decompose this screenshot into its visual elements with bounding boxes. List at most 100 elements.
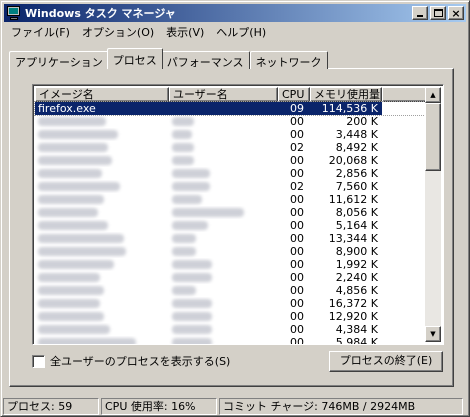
show-all-users-checkbox[interactable] — [32, 354, 45, 368]
process-row[interactable]: 00 13,344 K — [35, 232, 429, 245]
scroll-down-button[interactable]: ▼ — [425, 326, 441, 342]
redacted-text — [172, 143, 194, 152]
process-image-name — [35, 271, 169, 284]
menu-bar: ファイル(F) オプション(O) 表示(V) ヘルプ(H) — [5, 23, 272, 41]
process-row[interactable]: 00 3,448 K — [35, 128, 429, 141]
process-user-name — [169, 102, 278, 115]
process-memory: 5,984 K — [335, 336, 378, 345]
close-button[interactable]: × — [448, 6, 464, 20]
process-memory: 114,536 K — [310, 102, 382, 115]
scroll-thumb[interactable] — [425, 103, 441, 171]
process-memory: 8,492 K — [335, 141, 378, 154]
column-header-user-name[interactable]: ユーザー名 — [169, 87, 278, 102]
process-image-name — [35, 167, 169, 180]
process-image-name — [35, 180, 169, 193]
scroll-up-button[interactable]: ▲ — [425, 87, 441, 103]
redacted-text — [172, 338, 212, 344]
process-image-name — [35, 128, 169, 141]
process-memory: 4,384 K — [335, 323, 378, 336]
redacted-text — [172, 117, 194, 126]
process-cpu: 00 — [290, 128, 304, 141]
column-header-cpu[interactable]: CPU — [278, 87, 310, 102]
redacted-text — [38, 156, 112, 165]
redacted-text — [38, 260, 114, 269]
title-bar[interactable]: Windows タスク マネージャ × — [4, 4, 466, 22]
process-list[interactable]: イメージ名 ユーザー名 CPU メモリ使用量 firefox.exe 09 114,… — [32, 84, 444, 345]
process-row[interactable]: 00 5,164 K — [35, 219, 429, 232]
process-row[interactable]: 00 4,384 K — [35, 323, 429, 336]
process-image-name — [35, 206, 169, 219]
process-cpu: 00 — [290, 271, 304, 284]
redacted-text — [38, 221, 108, 230]
show-all-users-label[interactable]: 全ユーザーのプロセスを表示する(S) — [50, 353, 230, 369]
tab-performance[interactable]: パフォーマンス — [160, 51, 250, 69]
process-image-name — [35, 258, 169, 271]
redacted-text — [172, 130, 192, 139]
redacted-text — [38, 182, 120, 191]
process-cpu: 00 — [290, 336, 304, 345]
process-image-name — [35, 310, 169, 323]
status-process-count: プロセス: 59 — [3, 398, 99, 415]
process-row[interactable]: 00 12,920 K — [35, 310, 429, 323]
vertical-scrollbar[interactable]: ▲ ▼ — [425, 87, 441, 342]
process-row[interactable]: 00 8,900 K — [35, 245, 429, 258]
process-cpu: 00 — [290, 115, 304, 128]
process-user-name — [169, 128, 278, 141]
menu-help[interactable]: ヘルプ(H) — [210, 23, 272, 41]
process-row[interactable]: 00 2,240 K — [35, 271, 429, 284]
process-memory: 16,372 K — [328, 297, 378, 310]
process-row[interactable]: 00 16,372 K — [35, 297, 429, 310]
process-image-name — [35, 245, 169, 258]
process-row[interactable]: 00 2,856 K — [35, 167, 429, 180]
process-memory: 8,056 K — [335, 206, 378, 219]
task-manager-icon — [6, 6, 22, 20]
column-header-image-name[interactable]: イメージ名 — [35, 87, 169, 102]
tab-processes[interactable]: プロセス — [106, 48, 163, 69]
redacted-text — [172, 169, 210, 178]
process-user-name — [169, 232, 278, 245]
redacted-text — [38, 312, 104, 321]
redacted-text — [172, 325, 212, 334]
redacted-text — [38, 273, 100, 282]
redacted-text — [38, 338, 136, 344]
redacted-text — [38, 208, 98, 217]
process-row[interactable]: 00 4,856 K — [35, 284, 429, 297]
process-row[interactable]: 00 20,068 K — [35, 154, 429, 167]
close-icon: × — [451, 6, 461, 20]
process-row[interactable]: 00 1,992 K — [35, 258, 429, 271]
tab-applications[interactable]: アプリケーション — [9, 51, 109, 69]
process-memory: 13,344 K — [328, 232, 378, 245]
process-image-name — [35, 141, 169, 154]
process-user-name — [169, 245, 278, 258]
process-row[interactable]: 02 7,560 K — [35, 180, 429, 193]
column-header-memory[interactable]: メモリ使用量 — [310, 87, 382, 102]
process-image-name: firefox.exe — [35, 102, 169, 115]
end-process-button[interactable]: プロセスの終了(E) — [329, 351, 443, 372]
redacted-text — [172, 195, 202, 204]
process-cpu: 00 — [290, 167, 304, 180]
process-row[interactable]: 00 11,612 K — [35, 193, 429, 206]
process-user-name — [169, 141, 278, 154]
minimize-button[interactable] — [412, 6, 428, 20]
process-image-name — [35, 154, 169, 167]
redacted-text — [38, 325, 110, 334]
menu-view[interactable]: 表示(V) — [160, 23, 210, 41]
maximize-button[interactable] — [430, 6, 446, 20]
redacted-text — [38, 117, 106, 126]
process-row[interactable]: 02 8,492 K — [35, 141, 429, 154]
tab-network[interactable]: ネットワーク — [249, 51, 328, 69]
redacted-text — [38, 143, 108, 152]
process-row[interactable]: 00 8,056 K — [35, 206, 429, 219]
menu-options[interactable]: オプション(O) — [76, 23, 160, 41]
maximize-icon — [434, 9, 443, 17]
process-row[interactable]: 00 200 K — [35, 115, 429, 128]
show-all-users-option[interactable]: 全ユーザーのプロセスを表示する(S) — [32, 353, 230, 369]
redacted-text — [172, 234, 196, 243]
process-memory: 1,992 K — [335, 258, 378, 271]
window-title: Windows タスク マネージャ — [25, 7, 176, 20]
process-cpu: 00 — [290, 258, 304, 271]
menu-file[interactable]: ファイル(F) — [5, 23, 76, 41]
process-row[interactable]: 00 5,984 K — [35, 336, 429, 345]
process-memory: 4,856 K — [335, 284, 378, 297]
process-row[interactable]: firefox.exe 09 114,536 K — [34, 101, 430, 116]
